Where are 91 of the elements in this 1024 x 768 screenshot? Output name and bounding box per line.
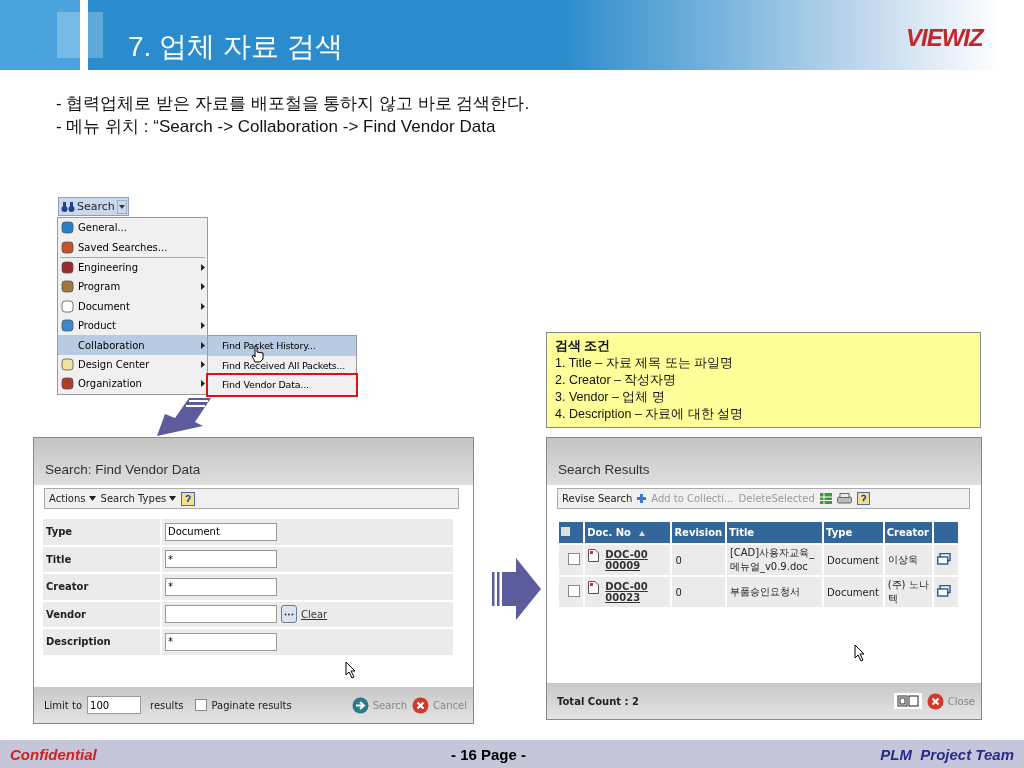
menu-item[interactable]: Engineering: [58, 257, 207, 278]
menu-item[interactable]: Product: [58, 315, 207, 336]
field-label: Description: [43, 629, 160, 655]
search-menu-button[interactable]: Search: [58, 197, 129, 216]
pointer-cursor-icon: [854, 644, 866, 662]
lookup-button[interactable]: [281, 605, 297, 624]
sort-icon: [638, 531, 645, 536]
submenu-arrow-icon: [201, 302, 205, 310]
input-field[interactable]: *: [165, 550, 277, 569]
right-arrow-drawing: [492, 556, 542, 622]
printer-icon[interactable]: [836, 492, 852, 505]
limit-field[interactable]: 100: [87, 696, 141, 714]
submenu-arrow-icon: [201, 360, 205, 368]
table-cell: Document: [824, 577, 883, 607]
checkbox[interactable]: [194, 699, 207, 711]
table-cell: [CAD]사용자교육_메뉴얼_v0.9.doc: [726, 545, 823, 575]
panel-title: Search: Find Vendor Data: [45, 462, 201, 477]
intro-text: - 메뉴 위치 : “Search -> Collaboration -> Find Vendor Data: [56, 116, 497, 138]
menu-item[interactable]: Collaboration: [58, 335, 207, 355]
input-field[interactable]: *: [165, 577, 277, 596]
dropdown-icon: [116, 199, 127, 214]
footer-text: Confidential: [10, 745, 97, 763]
page-number: - 16 Page -: [451, 745, 526, 763]
table-cell: (주) 노나텍: [884, 577, 932, 607]
table-icon[interactable]: [819, 493, 832, 504]
close-icon: [926, 692, 944, 710]
menu-item[interactable]: General...: [58, 218, 207, 238]
submenu-arrow-icon: [201, 263, 205, 271]
logo: VIEWIZ: [906, 24, 983, 52]
submenu-arrow-icon: [201, 322, 205, 330]
menu-item[interactable]: Design Center: [58, 354, 207, 375]
field-label: Vendor: [43, 601, 160, 627]
table-cell: 이상욱: [884, 545, 932, 575]
checkbox-label: Paginate results: [211, 699, 292, 711]
input-field[interactable]: *: [165, 632, 277, 651]
footer-text: PLM Project Team: [880, 745, 1014, 763]
window-icon[interactable]: [936, 585, 951, 597]
limit-label: Limit to: [44, 699, 82, 711]
binoculars-icon: [61, 200, 75, 213]
column-header[interactable]: Type: [824, 522, 883, 543]
menu-item[interactable]: Find Packet History...: [208, 336, 356, 356]
column-header[interactable]: Revision: [672, 522, 725, 543]
toolbar-button[interactable]: Revise Search: [562, 493, 633, 504]
table-cell: 0: [672, 545, 725, 575]
note-text: 3. Vendor – 업체 명: [555, 389, 666, 406]
square-decoration: [57, 12, 103, 58]
ellipsis-icon: [284, 612, 294, 616]
menu-item[interactable]: Organization: [58, 374, 207, 394]
note-title: 검색 조건: [555, 338, 612, 355]
table-cell: Document: [824, 545, 883, 575]
note-text: 2. Creator – 작성자명: [555, 372, 678, 389]
panel-title: Search Results: [558, 462, 650, 477]
input-field[interactable]: Document: [165, 522, 277, 541]
submenu-arrow-icon: [201, 380, 205, 388]
menu-item[interactable]: Saved Searches...: [58, 237, 207, 257]
column-header[interactable]: Creator: [884, 522, 932, 543]
clear-link[interactable]: Clear: [301, 608, 328, 620]
field-label: Title: [43, 546, 160, 572]
slide-title: 7. 업체 자료 검색: [128, 30, 343, 64]
menu-item[interactable]: Find Received All Packets...: [208, 355, 356, 375]
window-icon[interactable]: [936, 553, 951, 565]
pointer-cursor-icon: [345, 660, 357, 679]
row-checkbox[interactable]: [568, 585, 581, 597]
field-label: Type: [43, 519, 160, 545]
select-all-checkbox[interactable]: [561, 527, 570, 536]
submenu-arrow-icon: [201, 283, 205, 291]
caret-icon: [88, 496, 96, 501]
note-text: 1. Title – 자료 제목 또는 파일명: [555, 355, 735, 372]
results-label: results: [150, 699, 184, 711]
submenu-arrow-icon: [201, 341, 205, 349]
menu-item[interactable]: Find Vendor Data...: [208, 375, 356, 395]
toolbar-menu-button[interactable]: Actions: [49, 493, 96, 504]
caret-icon: [169, 496, 177, 501]
row-checkbox[interactable]: [568, 553, 581, 565]
table-cell: 0: [672, 577, 725, 607]
column-header[interactable]: Doc. No: [585, 522, 671, 543]
column-header[interactable]: Title: [726, 522, 823, 543]
view-toggle-icon[interactable]: [893, 693, 922, 709]
total-count: Total Count : 2: [557, 695, 639, 707]
plus-icon: [637, 494, 647, 503]
help-icon[interactable]: [856, 492, 870, 505]
help-icon[interactable]: [181, 491, 196, 506]
table-cell: 부품승인요청서: [726, 577, 823, 607]
menu-item[interactable]: Document: [58, 296, 207, 316]
input-field[interactable]: [165, 605, 277, 624]
note-text: 4. Description – 자료에 대한 설명: [555, 406, 745, 423]
field-label: Creator: [43, 574, 160, 600]
menu-item[interactable]: Program: [58, 277, 207, 297]
close-icon: [412, 696, 430, 714]
intro-text: - 협력업체로 받은 자료를 배포철을 통하지 않고 바로 검색한다.: [56, 93, 530, 115]
toolbar-menu-button[interactable]: Search Types: [100, 493, 177, 504]
